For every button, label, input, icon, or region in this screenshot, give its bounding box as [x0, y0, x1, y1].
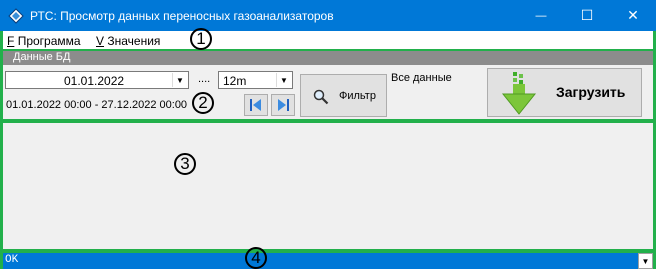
filter-label: Фильтр — [339, 90, 376, 102]
menu-program[interactable]: F Программа — [7, 34, 81, 48]
skip-next-icon — [278, 99, 289, 111]
status-text: OK — [5, 254, 19, 266]
interval-select[interactable]: 12m ▼ — [218, 71, 293, 89]
magnifier-icon — [313, 89, 329, 105]
load-label: Загрузить — [556, 84, 626, 100]
annotation-3: 3 — [174, 153, 196, 175]
window-title: РТС: Просмотр данных переносных газоанал… — [30, 9, 334, 23]
annotation-2: 2 — [192, 92, 214, 114]
skip-previous-icon — [250, 99, 261, 111]
all-data-label: Все данные — [391, 72, 452, 84]
status-dropdown[interactable]: ▼ — [638, 253, 653, 269]
date-range-text: 01.01.2022 00:00 - 27.12.2022 00:00 — [6, 99, 188, 111]
load-button[interactable]: Загрузить — [487, 68, 642, 117]
chevron-down-icon: ▼ — [172, 73, 187, 87]
status-bar: OK — [3, 253, 638, 269]
group-header: Данные БД — [3, 51, 653, 65]
minimize-button[interactable]: — — [518, 0, 564, 31]
menu-values[interactable]: V Значения — [96, 34, 160, 48]
prev-button[interactable] — [244, 94, 268, 116]
minimize-icon: — — [535, 9, 547, 22]
close-icon: ✕ — [627, 7, 639, 23]
download-arrow-icon — [501, 72, 537, 115]
filter-button[interactable]: Фильтр — [300, 74, 387, 117]
chevron-down-icon: ▼ — [641, 256, 650, 266]
title-bar: РТС: Просмотр данных переносных газоанал… — [0, 0, 656, 31]
maximize-button[interactable]: ☐ — [564, 0, 610, 31]
menu-values-label: Значения — [107, 34, 161, 48]
menu-bar: F Программа V Значения 1 — [3, 28, 653, 50]
data-area: 3 — [3, 123, 653, 249]
close-button[interactable]: ✕ — [610, 0, 656, 31]
menu-values-hotkey: V — [96, 34, 105, 48]
interval-value: 12m — [223, 74, 247, 88]
date-select[interactable]: 01.01.2022 ▼ — [5, 71, 189, 89]
annotation-4: 4 — [245, 247, 267, 269]
range-dots: .... — [198, 73, 211, 85]
annotation-1: 1 — [190, 28, 212, 50]
app-diamond-icon — [8, 8, 24, 24]
filter-toolbar: 01.01.2022 ▼ .... 12m ▼ 01.01.2022 00:00… — [3, 65, 653, 119]
menu-program-hotkey: F — [7, 34, 15, 48]
next-button[interactable] — [271, 94, 295, 116]
maximize-icon: ☐ — [580, 7, 594, 23]
group-title: Данные БД — [13, 51, 71, 63]
chevron-down-icon: ▼ — [276, 73, 291, 87]
menu-program-label: Программа — [17, 34, 81, 48]
date-value: 01.01.2022 — [64, 74, 125, 88]
